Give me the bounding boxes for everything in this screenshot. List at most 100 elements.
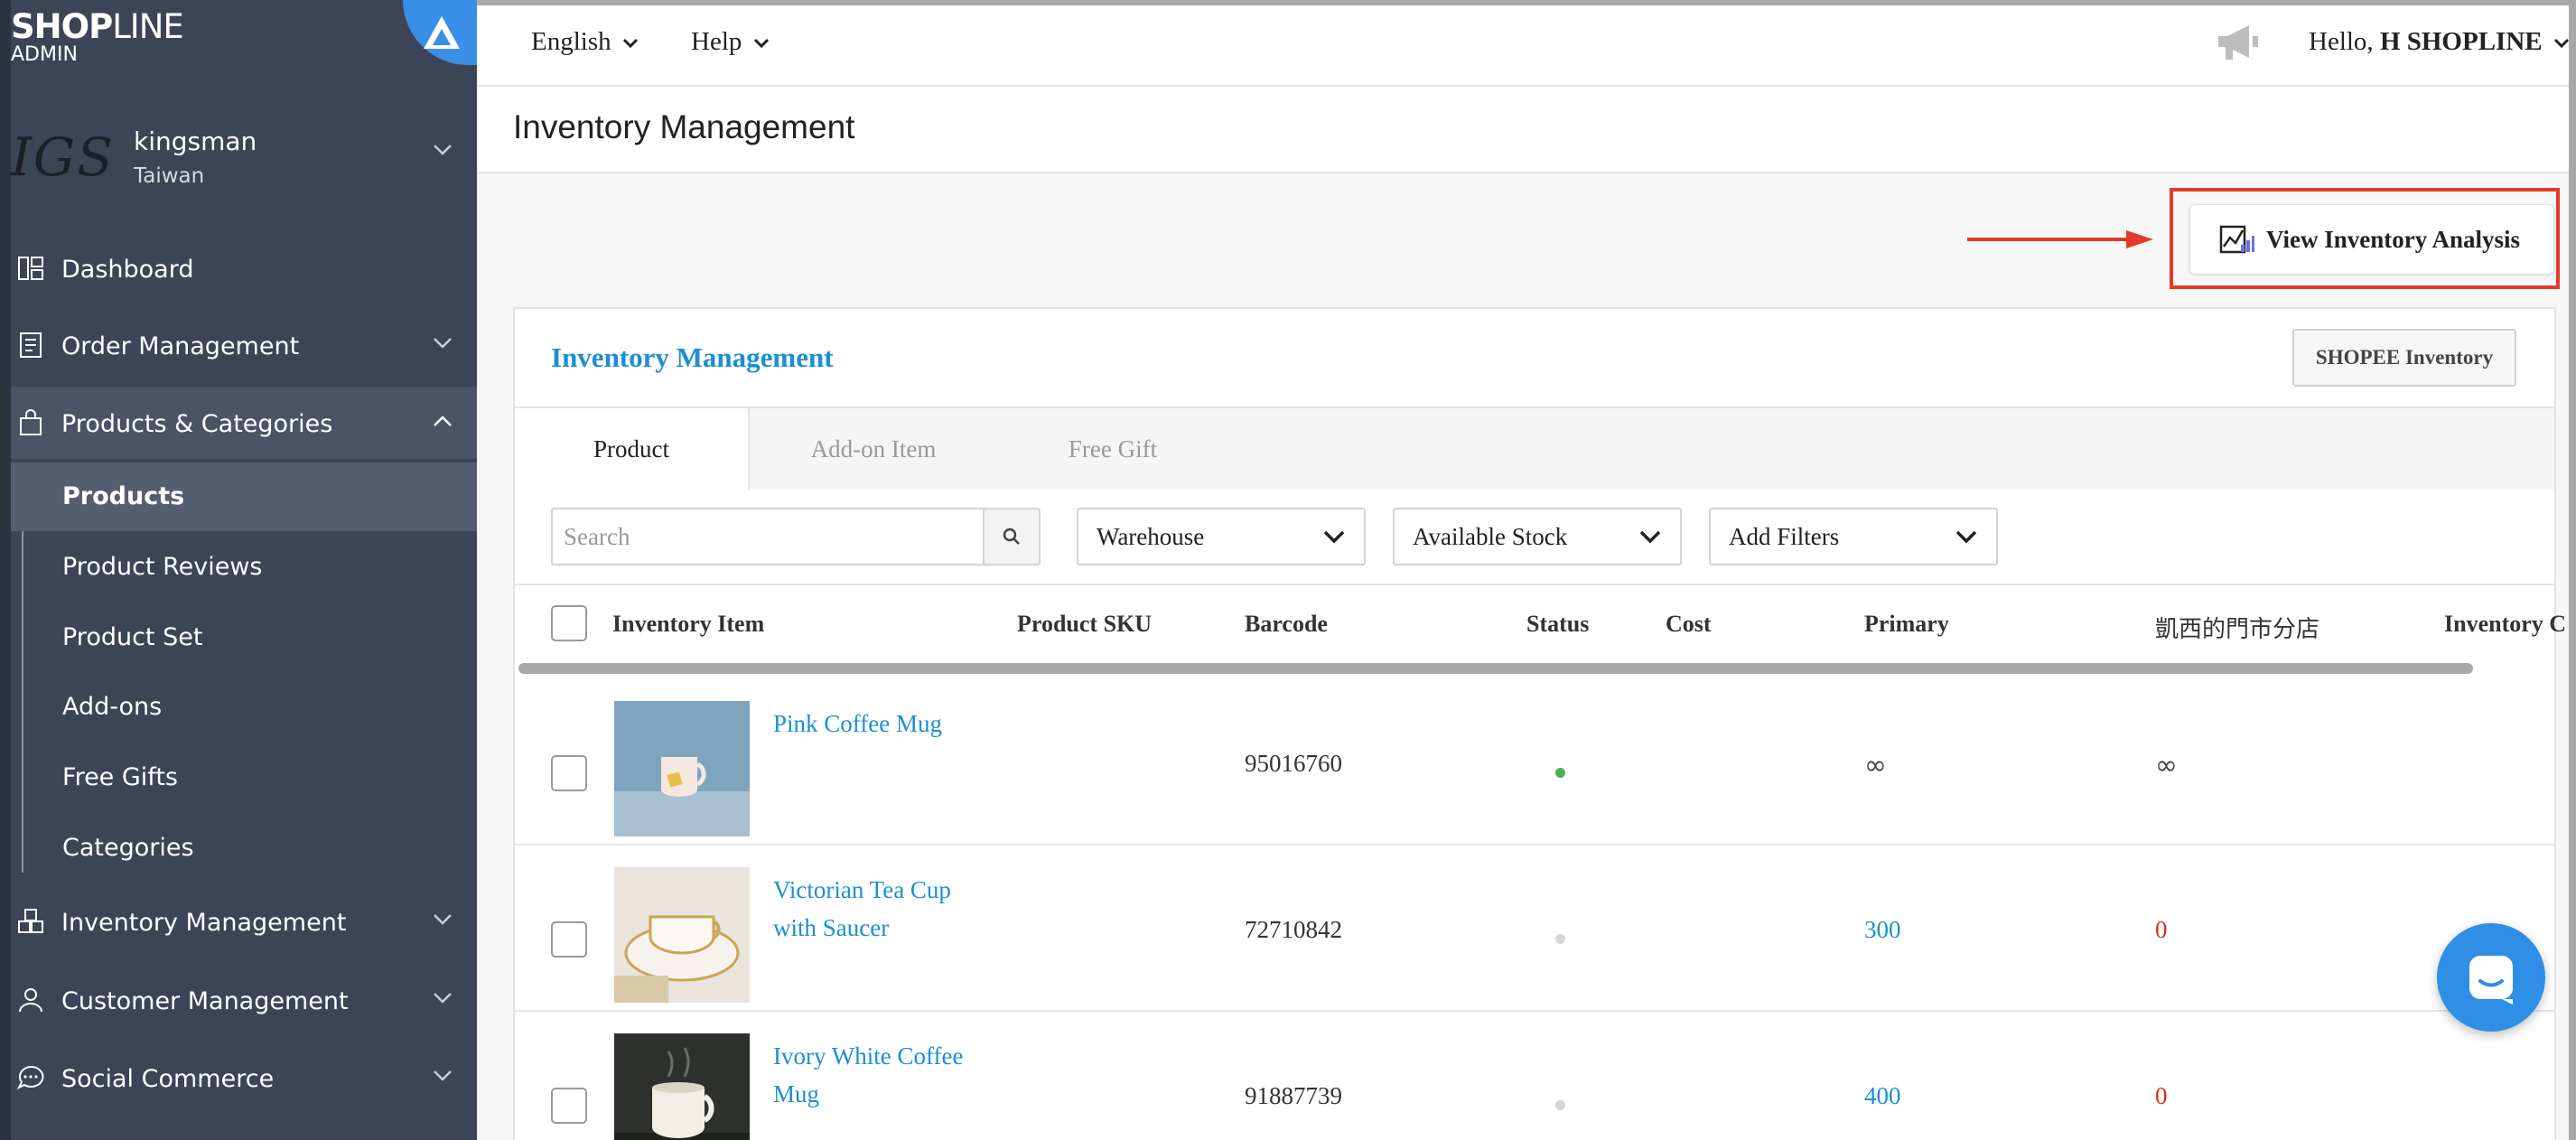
product-name-link[interactable]: Ivory White Coffee Mug <box>773 1037 990 1113</box>
search-button[interactable] <box>983 508 1041 565</box>
primary-stock[interactable]: ∞ <box>1864 750 1887 781</box>
search-field <box>551 508 986 565</box>
branch-stock[interactable]: 0 <box>2155 1082 2168 1110</box>
brand-logo-thin: LINE <box>112 7 184 46</box>
row-checkbox[interactable] <box>551 755 587 791</box>
tab-bar: Product Add-on Item Free Gift <box>515 408 2554 490</box>
sidebar-item-customers[interactable]: Customer Management <box>11 964 477 1036</box>
barcode-value: 91887739 <box>1245 1082 1342 1109</box>
branch-stock[interactable]: 0 <box>2155 916 2168 944</box>
page-header: Inventory Management <box>477 87 2576 173</box>
language-selector[interactable]: English <box>531 27 639 57</box>
user-menu[interactable]: Hello, H SHOPLINE <box>2309 27 2571 57</box>
barcode-value: 72710842 <box>1245 916 1342 943</box>
horizontal-scrollbar[interactable] <box>518 663 2473 674</box>
tab-product[interactable]: Product <box>515 408 750 490</box>
store-logo: IGSM <box>11 126 112 188</box>
sidebar-subitem-label: Products <box>62 482 185 510</box>
sidebar-item-label: Products & Categories <box>61 410 333 438</box>
chat-launcher-button[interactable] <box>2437 923 2545 1032</box>
product-name-link[interactable]: Pink Coffee Mug <box>773 705 990 743</box>
sidebar-subitem-products[interactable]: Products <box>11 463 477 531</box>
row-checkbox[interactable] <box>551 921 587 958</box>
chevron-down-icon <box>434 145 452 155</box>
primary-stock[interactable]: 400 <box>1864 1082 1901 1110</box>
megaphone-icon[interactable] <box>2213 20 2263 65</box>
sidebar-subitem-product-set[interactable]: Product Set <box>11 603 477 672</box>
column-header-status[interactable]: Status <box>1526 611 1589 638</box>
column-header-branch[interactable]: 凱西的門市分店 <box>2155 611 2319 644</box>
sidebar-item-orders[interactable]: Order Management <box>11 309 477 381</box>
table-row: Victorian Tea Cup with Saucer 72710842 3… <box>515 846 2554 1012</box>
column-header-barcode[interactable]: Barcode <box>1245 611 1328 638</box>
warehouse-select[interactable]: Warehouse <box>1077 508 1366 565</box>
tab-add-on-item[interactable]: Add-on Item <box>751 408 995 490</box>
product-thumbnail[interactable] <box>614 867 750 1003</box>
brand-logo-bold: SHOP <box>11 7 113 46</box>
product-name-link[interactable]: Victorian Tea Cup with Saucer <box>773 871 990 947</box>
chevron-down-icon <box>434 914 452 925</box>
sidebar-subitem-label: Categories <box>62 834 194 862</box>
product-thumbnail[interactable] <box>614 1033 750 1140</box>
sidebar-subitem-label: Product Reviews <box>62 553 263 581</box>
dashboard-icon <box>18 257 43 280</box>
analysis-button-label: View Inventory Analysis <box>2266 225 2521 253</box>
sidebar-item-social[interactable]: Social Commerce <box>11 1042 477 1114</box>
chevron-down-icon <box>622 39 638 49</box>
available-stock-select[interactable]: Available Stock <box>1393 508 1682 565</box>
chevron-down-icon <box>434 1070 452 1081</box>
sidebar: SHOPLINE ADMIN IGSM kingsman Taiwan Dash… <box>0 0 477 1140</box>
brand-logo[interactable]: SHOPLINE ADMIN <box>11 7 184 66</box>
primary-stock[interactable]: 300 <box>1864 916 1901 944</box>
search-icon <box>1003 528 1020 545</box>
sidebar-subitem-add-ons[interactable]: Add-ons <box>11 673 477 742</box>
chevron-down-icon <box>1955 530 1977 544</box>
status-indicator <box>1555 934 1565 944</box>
search-input[interactable] <box>553 509 986 564</box>
sidebar-item-dashboard[interactable]: Dashboard <box>11 232 477 304</box>
status-indicator <box>1555 768 1565 778</box>
chevron-down-icon <box>1323 530 1345 544</box>
sidebar-item-products[interactable]: Products & Categories <box>11 387 477 459</box>
chat-icon <box>2469 956 2513 1005</box>
table-header: Inventory Item Product SKU Barcode Statu… <box>515 584 2566 661</box>
sidebar-item-label: Dashboard <box>61 256 194 284</box>
chat-bubble-icon <box>16 1065 44 1090</box>
user-name: H SHOPLINE <box>2379 27 2543 56</box>
window-edge <box>2569 0 2576 1140</box>
sidebar-subitem-label: Add-ons <box>62 693 163 721</box>
brand-sub: ADMIN <box>11 43 78 66</box>
sidebar-subitem-free-gifts[interactable]: Free Gifts <box>11 743 477 812</box>
sidebar-item-label: Order Management <box>61 332 300 360</box>
user-icon <box>19 988 42 1013</box>
product-thumbnail[interactable] <box>614 701 750 836</box>
sidebar-subitem-categories[interactable]: Categories <box>11 814 477 883</box>
store-name: kingsman <box>134 126 257 156</box>
add-filters-select[interactable]: Add Filters <box>1709 508 1998 565</box>
row-checkbox[interactable] <box>551 1088 587 1124</box>
chevron-down-icon <box>1639 530 1661 544</box>
select-label: Warehouse <box>1097 522 1205 550</box>
sidebar-subitem-product-reviews[interactable]: Product Reviews <box>11 533 477 602</box>
app-badge-icon[interactable] <box>403 0 477 65</box>
column-header-cost[interactable]: Cost <box>1666 611 1712 638</box>
annotation-arrow <box>1967 230 2153 248</box>
chevron-down-icon <box>753 39 769 49</box>
column-header-primary[interactable]: Primary <box>1864 611 1949 638</box>
branch-stock[interactable]: ∞ <box>2155 750 2178 781</box>
sidebar-item-inventory[interactable]: Inventory Management <box>11 885 477 958</box>
chevron-down-icon <box>434 338 452 349</box>
column-header-inventory-cost[interactable]: Inventory C <box>2444 611 2566 638</box>
status-indicator <box>1555 1100 1565 1110</box>
tab-free-gift[interactable]: Free Gift <box>995 408 1230 490</box>
column-header-inventory-item[interactable]: Inventory Item <box>612 611 764 638</box>
top-bar: English Help Hello, H SHOPLINE <box>477 0 2576 87</box>
store-switcher[interactable]: IGSM kingsman Taiwan <box>11 117 477 208</box>
select-all-checkbox[interactable] <box>551 605 587 641</box>
help-menu[interactable]: Help <box>691 27 770 57</box>
card-title: Inventory Management <box>551 341 834 373</box>
chevron-up-icon <box>434 416 452 426</box>
shopee-inventory-button[interactable]: SHOPEE Inventory <box>2292 329 2516 387</box>
view-inventory-analysis-button[interactable]: View Inventory Analysis <box>2189 204 2554 275</box>
column-header-product-sku[interactable]: Product SKU <box>1017 611 1152 638</box>
